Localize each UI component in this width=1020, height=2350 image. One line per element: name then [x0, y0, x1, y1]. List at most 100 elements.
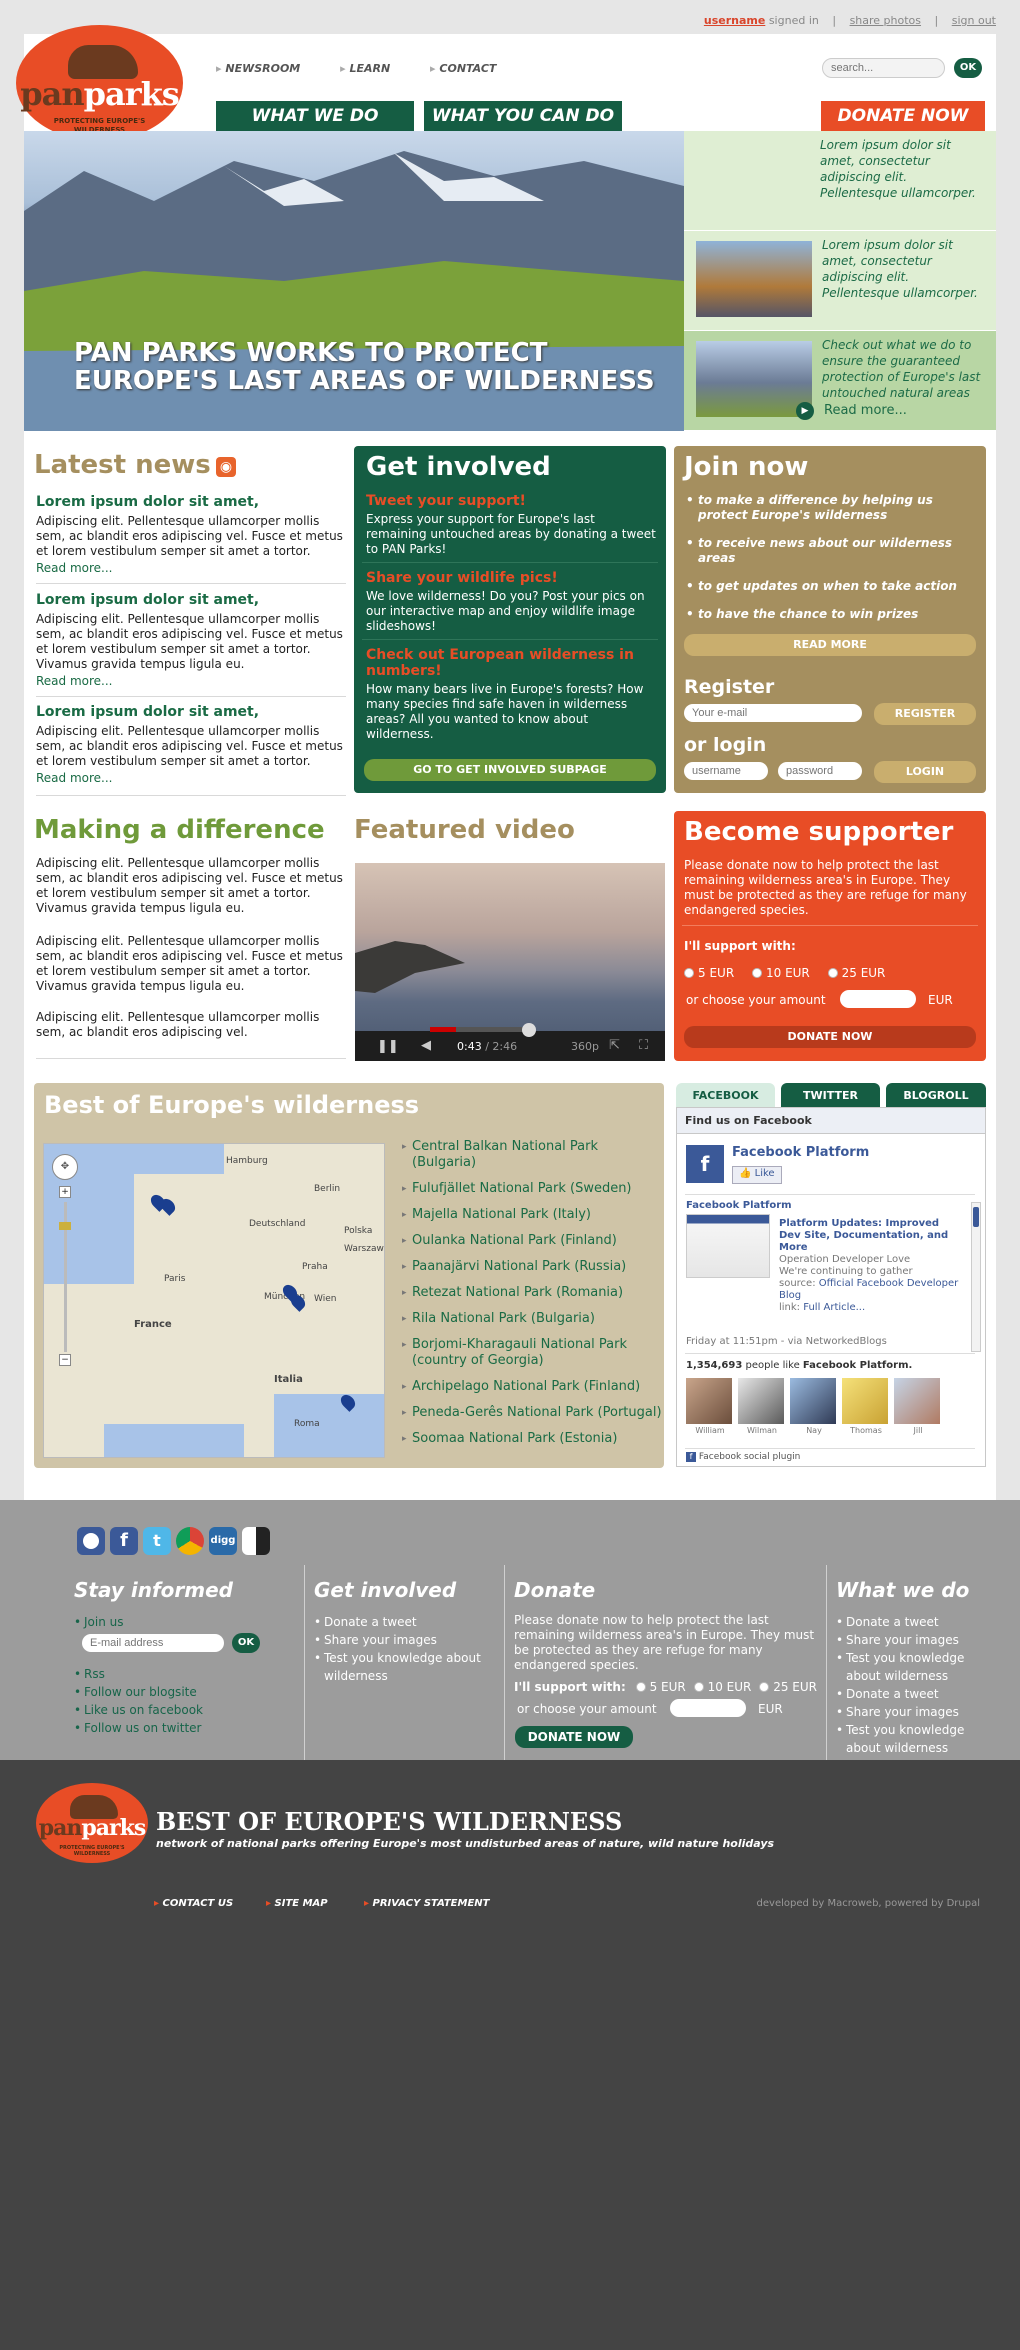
facebook-icon[interactable]: f [110, 1527, 138, 1555]
footer-involved-link[interactable]: Share your images [314, 1631, 494, 1649]
privacy-statement-link[interactable]: PRIVACY STATEMENT [364, 1898, 490, 1909]
panparks-logo[interactable]: panparks PROTECTING EUROPE'S WILDERNESS [16, 25, 183, 141]
footer-radio-25eur[interactable] [759, 1682, 770, 1692]
fb-like-button[interactable]: 👍 Like [732, 1166, 782, 1184]
footer-twitter-link[interactable]: Follow us on twitter [74, 1719, 203, 1737]
donate-now-button[interactable]: DONATE NOW [821, 101, 985, 131]
video-scrubber[interactable] [522, 1023, 536, 1037]
video-player[interactable]: ❚❚ ◀ 0:43 / 2:46 360p ⇱ ⛶ [355, 863, 665, 1061]
twitter-icon[interactable]: t [143, 1527, 171, 1555]
nav-contact[interactable]: CONTACT [430, 62, 496, 75]
tweet-support-heading[interactable]: Tweet your support! [366, 493, 656, 509]
park-link[interactable]: Peneda-Gerês National Park (Portugal) [402, 1405, 662, 1421]
fb-post-title[interactable]: Platform Updates: Improved Dev Site, Doc… [779, 1218, 959, 1254]
side-panel-3[interactable]: Check out what we do to ensure the guara… [684, 331, 996, 431]
share-photos-link[interactable]: share photos [850, 14, 921, 27]
email-icon[interactable] [77, 1527, 105, 1555]
popout-icon[interactable]: ⇱ [609, 1038, 620, 1053]
fan-avatar[interactable] [894, 1378, 940, 1424]
footer-what-link[interactable]: Share your images [836, 1631, 986, 1649]
radio-25eur[interactable] [827, 968, 838, 978]
side-panel-2[interactable]: Lorem ipsum dolor sit amet, consectetur … [684, 231, 996, 331]
map-zoom-out[interactable]: − [59, 1354, 71, 1366]
fb-scroll-thumb[interactable] [973, 1207, 979, 1227]
footer-involved-link[interactable]: Donate a tweet [314, 1613, 494, 1631]
side-readmore-link[interactable]: Read more... [824, 403, 907, 418]
footer-join-link[interactable]: Join us [74, 1613, 124, 1631]
news-title[interactable]: Lorem ipsum dolor sit amet, [36, 704, 346, 720]
footer-rss-link[interactable]: Rss [74, 1665, 203, 1683]
fb-scrollbar[interactable] [971, 1202, 981, 1352]
park-link[interactable]: Borjomi-Kharagauli National Park (countr… [402, 1337, 662, 1369]
radio-5eur[interactable] [684, 968, 694, 978]
chrome-icon[interactable] [176, 1527, 204, 1555]
what-we-do-button[interactable]: WHAT WE DO [216, 101, 414, 131]
pause-icon[interactable]: ❚❚ [377, 1039, 399, 1054]
news-readmore-link[interactable]: Read more... [36, 561, 346, 575]
park-link[interactable]: Retezat National Park (Romania) [402, 1285, 662, 1301]
wilderness-numbers-heading[interactable]: Check out European wilderness in numbers… [366, 647, 656, 679]
park-link[interactable]: Rila National Park (Bulgaria) [402, 1311, 662, 1327]
news-title[interactable]: Lorem ipsum dolor sit amet, [36, 592, 346, 608]
park-link[interactable]: Soomaa National Park (Estonia) [402, 1431, 662, 1447]
login-button[interactable]: LOGIN [874, 761, 976, 783]
play-icon[interactable]: ▶ [796, 402, 814, 420]
join-readmore-button[interactable]: READ MORE [684, 634, 976, 656]
register-email-input[interactable] [684, 704, 862, 722]
contact-us-link[interactable]: CONTACT US [154, 1898, 234, 1909]
footer-facebook-link[interactable]: Like us on facebook [74, 1701, 203, 1719]
footer-radio-10eur[interactable] [693, 1682, 704, 1692]
fb-post-author[interactable]: Facebook Platform [686, 1200, 792, 1211]
amount-input[interactable] [840, 990, 916, 1008]
fan-avatar[interactable] [738, 1378, 784, 1424]
park-link[interactable]: Central Balkan National Park (Bulgaria) [402, 1139, 662, 1171]
side-panel-1[interactable]: Lorem ipsum dolor sit amet, consectetur … [684, 131, 996, 231]
nav-newsroom[interactable]: NEWSROOM [216, 62, 300, 75]
footer-what-link[interactable]: Test you knowledge about wilderness [836, 1649, 986, 1685]
share-pics-heading[interactable]: Share your wildlife pics! [366, 570, 656, 586]
footer-what-link[interactable]: Donate a tweet [836, 1613, 986, 1631]
video-quality[interactable]: 360p [571, 1040, 599, 1053]
park-link[interactable]: Archipelago National Park (Finland) [402, 1379, 662, 1395]
footer-what-link[interactable]: Donate a tweet [836, 1685, 986, 1703]
fullscreen-icon[interactable]: ⛶ [639, 1038, 648, 1053]
fan-avatar[interactable] [842, 1378, 888, 1424]
footer-radio-5eur[interactable] [635, 1682, 646, 1692]
news-title[interactable]: Lorem ipsum dolor sit amet, [36, 494, 346, 510]
park-link[interactable]: Fulufjället National Park (Sweden) [402, 1181, 662, 1197]
tab-twitter[interactable]: TWITTER [781, 1083, 880, 1107]
supporter-donate-button[interactable]: DONATE NOW [684, 1026, 976, 1048]
search-input[interactable] [822, 58, 945, 78]
footer-blog-link[interactable]: Follow our blogsite [74, 1683, 203, 1701]
map-zoom-handle[interactable] [59, 1222, 71, 1230]
tab-facebook[interactable]: FACEBOOK [676, 1083, 775, 1107]
nav-learn[interactable]: LEARN [340, 62, 390, 75]
get-involved-subpage-button[interactable]: GO TO GET INVOLVED SUBPAGE [364, 759, 656, 781]
site-map-link[interactable]: SITE MAP [266, 1898, 328, 1909]
footer-what-link[interactable]: Test you knowledge about wilderness [836, 1721, 986, 1757]
footer-email-input[interactable] [82, 1634, 224, 1652]
europe-map[interactable]: Hamburg Berlin Deutschland Polska Warsza… [43, 1143, 385, 1458]
park-link[interactable]: Paanajärvi National Park (Russia) [402, 1259, 662, 1275]
facebook-logo-icon[interactable]: f [686, 1145, 724, 1183]
tab-blogroll[interactable]: BLOGROLL [886, 1083, 986, 1107]
fb-article-link[interactable]: Full Article... [803, 1302, 865, 1313]
footer-donate-button[interactable]: DONATE NOW [515, 1726, 633, 1748]
what-you-can-do-button[interactable]: WHAT YOU CAN DO [424, 101, 622, 131]
park-link[interactable]: Majella National Park (Italy) [402, 1207, 662, 1223]
news-readmore-link[interactable]: Read more... [36, 771, 346, 785]
fb-page-name[interactable]: Facebook Platform [732, 1145, 869, 1160]
username-input[interactable] [684, 762, 768, 780]
radio-10eur[interactable] [751, 968, 762, 978]
search-ok-button[interactable]: OK [954, 58, 982, 78]
footer-email-ok-button[interactable]: OK [232, 1633, 260, 1653]
news-readmore-link[interactable]: Read more... [36, 674, 346, 688]
register-button[interactable]: REGISTER [874, 703, 976, 725]
rss-icon[interactable]: ◉ [216, 457, 236, 477]
delicious-icon[interactable] [242, 1527, 270, 1555]
map-pan-control[interactable]: ✥ [52, 1154, 78, 1180]
password-input[interactable] [778, 762, 862, 780]
footer-what-link[interactable]: Share your images [836, 1703, 986, 1721]
digg-icon[interactable]: digg [209, 1527, 237, 1555]
footer-amount-input[interactable] [670, 1699, 746, 1717]
